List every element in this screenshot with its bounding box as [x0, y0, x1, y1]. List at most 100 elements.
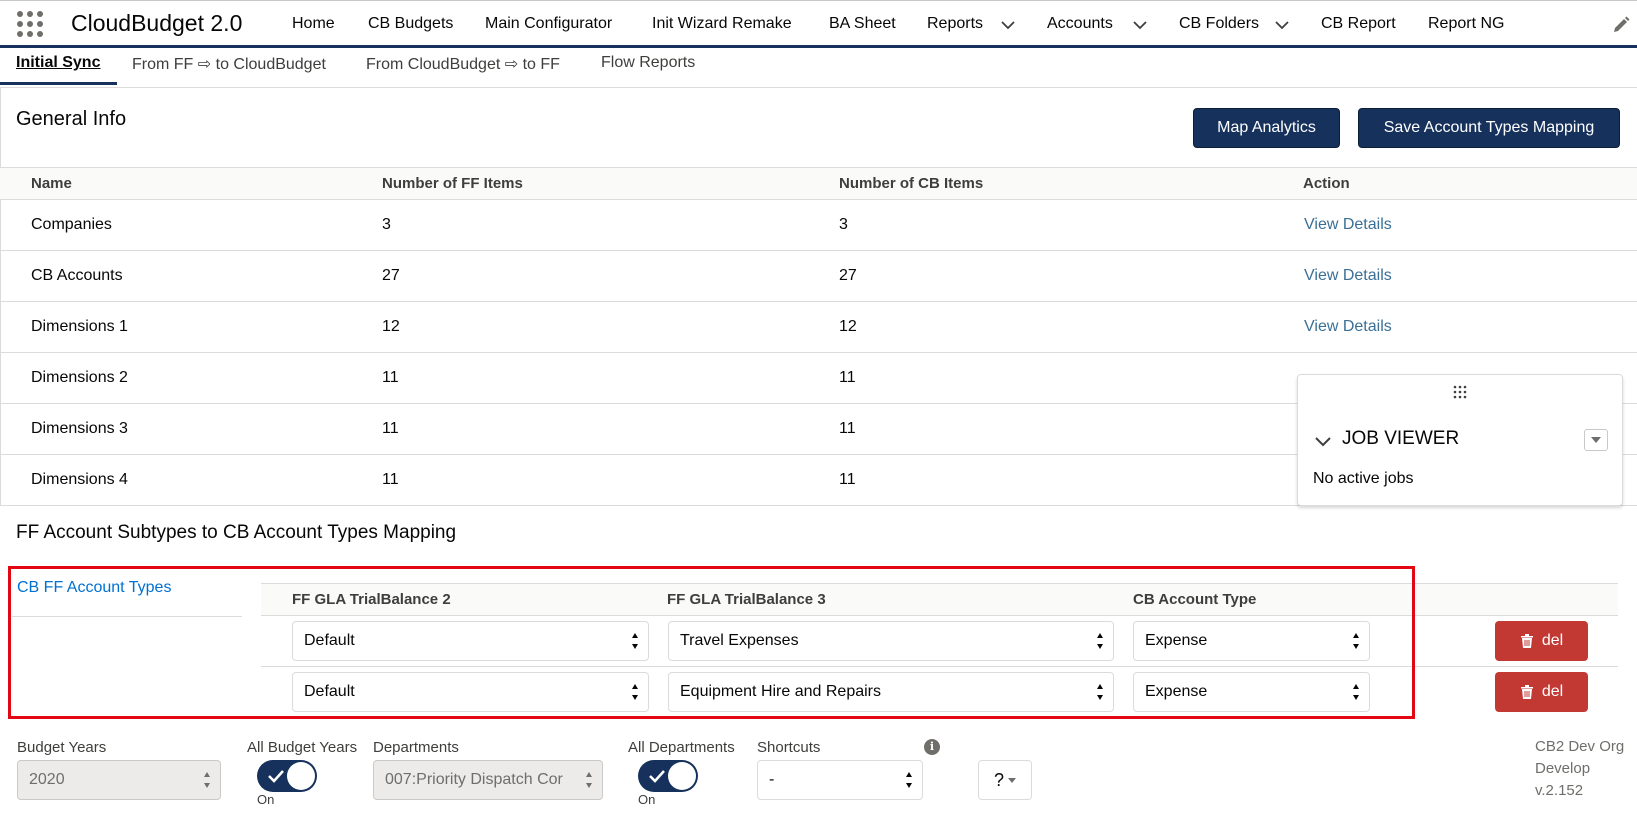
- org-name: CB2 Dev Org: [1535, 738, 1625, 755]
- nav-item-report-ng[interactable]: Report NG: [1428, 15, 1504, 33]
- nav-item-init-wizard-remake[interactable]: Init Wizard Remake: [652, 15, 792, 33]
- row-name: Dimensions 2: [31, 369, 128, 386]
- job-viewer-title: JOB VIEWER: [1342, 428, 1460, 449]
- org-info: CB2 Dev Org Develop v.2.152: [1535, 736, 1624, 802]
- table-row: Companies 3 3 View Details: [0, 200, 1637, 251]
- row-name: Dimensions 3: [31, 420, 128, 437]
- all-budget-years-toggle[interactable]: [257, 760, 317, 792]
- row-cb-count: 11: [839, 420, 856, 437]
- shortcuts-select[interactable]: -: [757, 760, 923, 800]
- nav-item-home[interactable]: Home: [292, 15, 335, 33]
- row-name: CB Accounts: [31, 267, 123, 284]
- column-header-cb-items: Number of CB Items: [839, 175, 984, 192]
- save-account-types-mapping-button[interactable]: Save Account Types Mapping: [1358, 108, 1620, 148]
- nav-item-cb-report[interactable]: CB Report: [1321, 15, 1396, 33]
- general-info-title: General Info: [16, 108, 127, 130]
- app-name: CloudBudget 2.0: [71, 10, 243, 36]
- delete-label: del: [1541, 683, 1564, 700]
- view-details-link[interactable]: View Details: [1304, 216, 1392, 234]
- nav-item-cb-folders[interactable]: CB Folders: [1179, 15, 1259, 33]
- check-icon: [649, 770, 665, 783]
- help-label: ?: [993, 769, 1004, 790]
- check-icon: [268, 770, 284, 783]
- nav-item-accounts[interactable]: Accounts: [1047, 15, 1113, 33]
- app-launcher-icon[interactable]: [17, 11, 44, 38]
- caret-down-icon: [1591, 437, 1601, 443]
- row-ff-count: 11: [382, 420, 399, 437]
- map-analytics-button[interactable]: Map Analytics: [1193, 108, 1340, 148]
- row-ff-count: 11: [382, 471, 399, 488]
- toggle-knob: [668, 762, 696, 790]
- column-header-ff-items: Number of FF Items: [382, 175, 523, 192]
- accounts-chevron-down-icon[interactable]: [1132, 17, 1148, 33]
- trash-icon: [1520, 634, 1533, 648]
- caret-down-icon: [1008, 777, 1016, 783]
- row-ff-count: 27: [382, 267, 400, 284]
- row-name: Dimensions 4: [31, 471, 128, 488]
- budget-years-value: 2020: [29, 771, 65, 788]
- all-budget-years-state: On: [257, 792, 275, 807]
- subtab-bar: Initial Sync From FF ⇨ to CloudBudget Fr…: [0, 48, 1637, 88]
- general-info-table-header: Name Number of FF Items Number of CB Ite…: [0, 167, 1637, 200]
- row-cb-count: 3: [839, 216, 848, 233]
- column-header-action: Action: [1303, 175, 1350, 192]
- app-version: v.2.152: [1535, 782, 1584, 799]
- all-departments-state: On: [638, 792, 656, 807]
- row-ff-count: 3: [382, 216, 391, 233]
- select-arrows-icon: [204, 772, 210, 788]
- row-ff-count: 11: [382, 369, 399, 386]
- select-arrows-icon: [906, 772, 912, 788]
- shortcuts-label: Shortcuts: [757, 739, 821, 756]
- departments-value: 007:Priority Dispatch Cor: [385, 771, 563, 788]
- shortcuts-value: -: [769, 771, 775, 788]
- toggle-knob: [287, 762, 315, 790]
- row-cb-count: 11: [839, 471, 856, 488]
- help-menu-button[interactable]: ?: [978, 760, 1032, 800]
- nav-item-main-configurator[interactable]: Main Configurator: [485, 15, 612, 33]
- tab-from-ff-to-cloudbudget[interactable]: From FF ⇨ to CloudBudget: [132, 54, 326, 74]
- all-budget-years-label: All Budget Years: [247, 739, 358, 756]
- delete-row-button[interactable]: del: [1495, 672, 1588, 712]
- departments-label: Departments: [373, 739, 459, 756]
- job-viewer-panel: JOB VIEWER No active jobs: [1297, 374, 1623, 506]
- tab-initial-sync[interactable]: Initial Sync: [16, 54, 100, 72]
- info-icon[interactable]: i: [924, 739, 940, 755]
- budget-years-label: Budget Years: [17, 739, 107, 756]
- row-cb-count: 27: [839, 267, 857, 284]
- all-departments-toggle[interactable]: [638, 760, 698, 792]
- row-cb-count: 12: [839, 318, 857, 335]
- reports-chevron-down-icon[interactable]: [1000, 17, 1016, 33]
- drag-handle-icon[interactable]: [1453, 385, 1467, 399]
- nav-item-cb-budgets[interactable]: CB Budgets: [368, 15, 453, 33]
- cb-folders-chevron-down-icon[interactable]: [1274, 17, 1290, 33]
- budget-years-select[interactable]: 2020: [17, 760, 221, 800]
- select-arrows-icon: [586, 772, 592, 788]
- mapping-section-title: FF Account Subtypes to CB Account Types …: [16, 522, 457, 543]
- column-header-name: Name: [31, 175, 72, 192]
- row-name: Companies: [31, 216, 112, 233]
- nav-item-reports[interactable]: Reports: [927, 15, 983, 33]
- tab-flow-reports[interactable]: Flow Reports: [601, 54, 695, 72]
- no-jobs-message: No active jobs: [1313, 470, 1414, 487]
- view-details-link[interactable]: View Details: [1304, 267, 1392, 285]
- highlight-annotation-box: [8, 566, 1415, 719]
- top-navigation-bar: CloudBudget 2.0 Home CB Budgets Main Con…: [0, 0, 1637, 48]
- row-cb-count: 11: [839, 369, 856, 386]
- delete-row-button[interactable]: del: [1495, 621, 1588, 661]
- delete-label: del: [1541, 632, 1564, 649]
- active-tab-indicator: [0, 82, 117, 85]
- table-row: Dimensions 1 12 12 View Details: [0, 302, 1637, 353]
- table-row: CB Accounts 27 27 View Details: [0, 251, 1637, 302]
- view-details-link[interactable]: View Details: [1304, 318, 1392, 336]
- trash-icon: [1520, 685, 1533, 699]
- tab-from-cloudbudget-to-ff[interactable]: From CloudBudget ⇨ to FF: [366, 54, 560, 74]
- row-name: Dimensions 1: [31, 318, 128, 335]
- row-ff-count: 12: [382, 318, 400, 335]
- job-viewer-menu-button[interactable]: [1584, 429, 1608, 451]
- departments-select[interactable]: 007:Priority Dispatch Cor: [373, 760, 603, 800]
- pencil-edit-icon[interactable]: [1611, 15, 1631, 35]
- org-branch: Develop: [1535, 760, 1591, 777]
- nav-item-ba-sheet[interactable]: BA Sheet: [829, 15, 896, 33]
- collapse-chevron-icon[interactable]: [1313, 431, 1333, 451]
- all-departments-label: All Departments: [628, 739, 735, 756]
